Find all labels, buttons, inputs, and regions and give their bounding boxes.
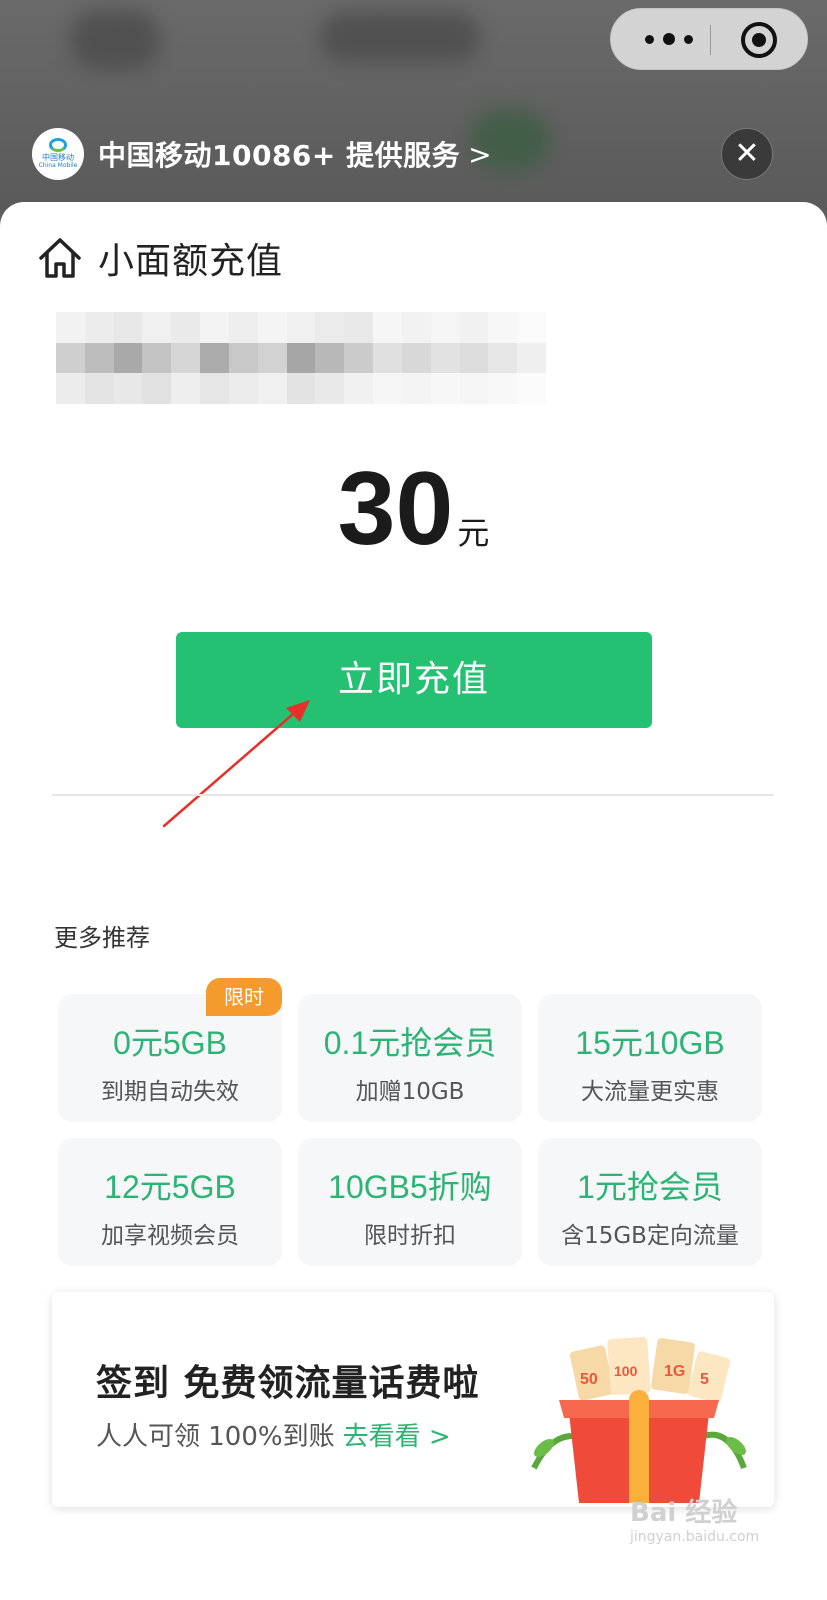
logo-text-en: China Mobile bbox=[38, 162, 78, 170]
target-icon[interactable] bbox=[741, 22, 777, 58]
checkin-banner[interactable]: 签到 免费领流量话费啦 人人可领 100%到账 去看看 > 50 100 1G 5 bbox=[52, 1292, 774, 1507]
card-main: 15元10GB bbox=[575, 1025, 725, 1061]
card-main: 0元5GB bbox=[113, 1025, 227, 1061]
more-recommend-title: 更多推荐 bbox=[54, 924, 150, 952]
recharge-amount: 30 元 bbox=[0, 450, 827, 569]
svg-text:50: 50 bbox=[580, 1371, 598, 1388]
blurred-content bbox=[70, 10, 160, 70]
banner-go-see-link[interactable]: 去看看 > bbox=[343, 1422, 451, 1452]
gift-box-illustration-icon: 50 100 1G 5 bbox=[531, 1336, 747, 1503]
recommend-card[interactable]: 0.1元抢会员 加赠10GB bbox=[298, 994, 522, 1122]
recommend-card[interactable]: 1元抢会员 含15GB定向流量 bbox=[538, 1138, 762, 1266]
recommend-card[interactable]: 15元10GB 大流量更实惠 bbox=[538, 994, 762, 1122]
watermark-url: jingyan.baidu.com bbox=[630, 1529, 760, 1545]
amount-value: 30 bbox=[337, 451, 454, 567]
mini-program-capsule bbox=[610, 8, 808, 70]
banner-description: 人人可领 100%到账 去看看 > bbox=[96, 1416, 451, 1453]
card-sub: 加赠10GB bbox=[355, 1079, 465, 1105]
provider-name: 中国移动10086+ 提供服务 bbox=[98, 139, 461, 172]
recommend-card[interactable]: 12元5GB 加享视频会员 bbox=[58, 1138, 282, 1266]
card-main: 10GB5折购 bbox=[328, 1169, 492, 1205]
section-divider bbox=[52, 794, 774, 796]
card-sub: 限时折扣 bbox=[364, 1223, 456, 1249]
recharge-sheet: 小面额充值 30 元 立即充值 更多推荐 限时 0元5GB 到期自动失效 0.1元… bbox=[0, 202, 827, 1600]
redacted-phone-number bbox=[56, 312, 546, 404]
chevron-right-icon: > bbox=[468, 137, 492, 171]
provider-bar[interactable]: 中国移动 China Mobile 中国移动10086+ 提供服务 > bbox=[32, 128, 492, 180]
capsule-divider bbox=[710, 25, 711, 55]
svg-text:1G: 1G bbox=[664, 1363, 685, 1380]
card-main: 0.1元抢会员 bbox=[323, 1025, 497, 1061]
close-button[interactable]: ✕ bbox=[721, 128, 773, 180]
card-main: 12元5GB bbox=[104, 1169, 236, 1205]
card-sub: 大流量更实惠 bbox=[581, 1079, 719, 1105]
svg-text:5: 5 bbox=[700, 1371, 709, 1388]
card-sub: 到期自动失效 bbox=[101, 1079, 239, 1105]
banner-headline: 签到 免费领流量话费啦 bbox=[96, 1363, 480, 1404]
card-sub: 加享视频会员 bbox=[101, 1223, 239, 1249]
recommend-card[interactable]: 限时 0元5GB 到期自动失效 bbox=[58, 978, 282, 1122]
more-dots-icon[interactable] bbox=[629, 9, 709, 69]
home-icon[interactable] bbox=[36, 234, 84, 282]
watermark-text: Bai 经验 bbox=[630, 1498, 738, 1528]
page-header: 小面额充值 bbox=[36, 232, 283, 284]
baidu-jingyan-watermark: Bai 经验 jingyan.baidu.com bbox=[630, 1492, 759, 1545]
blurred-content bbox=[320, 12, 480, 62]
china-mobile-logo: 中国移动 China Mobile bbox=[32, 128, 84, 180]
banner-desc-text: 人人可领 100%到账 bbox=[96, 1422, 335, 1452]
card-sub: 含15GB定向流量 bbox=[561, 1223, 739, 1249]
page-title: 小面额充值 bbox=[98, 241, 284, 282]
limited-time-badge: 限时 bbox=[206, 978, 282, 1016]
recommend-grid: 限时 0元5GB 到期自动失效 0.1元抢会员 加赠10GB 15元10GB 大… bbox=[58, 978, 770, 1266]
amount-unit: 元 bbox=[457, 514, 490, 552]
recommend-card[interactable]: 10GB5折购 限时折扣 bbox=[298, 1138, 522, 1266]
red-annotation-arrow-icon bbox=[162, 700, 310, 828]
card-main: 1元抢会员 bbox=[577, 1169, 723, 1205]
svg-text:100: 100 bbox=[614, 1363, 638, 1379]
